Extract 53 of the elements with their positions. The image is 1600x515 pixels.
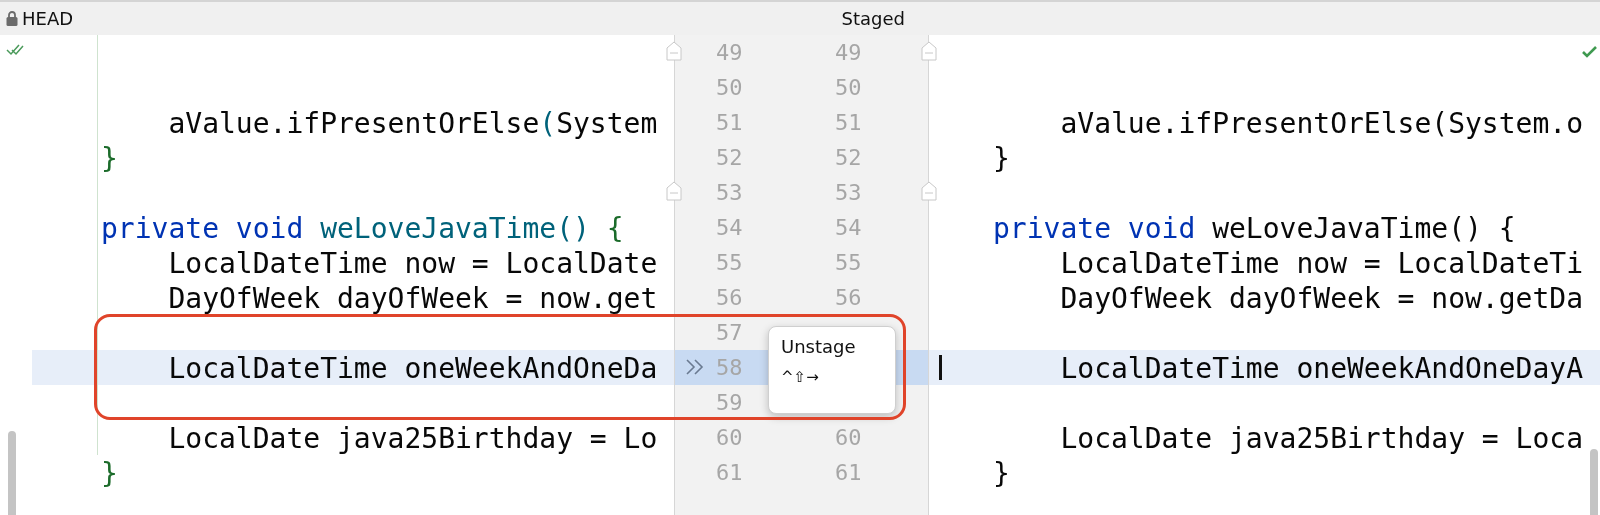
code-line: DayOfWeek dayOfWeek = now.getDa [1059,283,1583,315]
line-number: 53 [835,179,862,207]
code-line: private void weLoveJavaTime() { [101,213,624,245]
code-line: LocalDateTime now = LocalDate [167,248,658,280]
code-line: } [993,143,1010,175]
code-line: } [101,143,118,175]
right-pane-title: Staged [841,8,905,29]
line-number: 49 [716,39,743,67]
lock-icon [6,11,18,26]
line-number: 56 [835,284,862,312]
text-cursor [939,355,942,380]
line-number: 55 [835,249,862,277]
line-number: 50 [835,74,862,102]
line-number: 54 [835,214,862,242]
line-number: 55 [716,249,743,277]
fold-marker-icon[interactable] [921,181,937,201]
code-line: DayOfWeek dayOfWeek = now.get [167,283,658,315]
shortcut-hint: ^⇧→ [781,368,820,388]
line-number: 60 [835,424,862,452]
line-number: 52 [835,144,862,172]
fold-marker-icon[interactable] [666,41,682,61]
line-number: 59 [716,389,743,417]
line-number: 61 [716,459,743,487]
scrollbar-thumb[interactable] [8,431,16,515]
line-number: 54 [716,214,743,242]
line-number: 57 [716,319,743,347]
line-number: 50 [716,74,743,102]
line-number: 51 [716,109,743,137]
code-line: } [101,458,118,490]
fold-marker-icon[interactable] [666,181,682,201]
line-number: 60 [716,424,743,452]
check-icon [1582,45,1598,59]
code-line: LocalDate java25Birthday = Loca [1059,423,1583,455]
code-line: LocalDateTime oneWeekAndOneDa [167,353,658,385]
code-line: private void weLoveJavaTime() { [993,213,1516,245]
code-line: aValue.ifPresentOrElse(System.o [1059,108,1583,140]
double-check-icon [6,43,24,57]
code-line: LocalDateTime oneWeekAndOneDayA [1059,353,1583,385]
line-number: 52 [716,144,743,172]
code-line: } [993,458,1010,490]
line-number: 51 [835,109,862,137]
line-number: 58 [716,354,743,382]
scrollbar-thumb[interactable] [1590,449,1598,515]
line-number: 61 [835,459,862,487]
code-line: LocalDate java25Birthday = Lo [167,423,658,455]
fold-marker-icon[interactable] [921,41,937,61]
code-line: LocalDateTime now = LocalDateTi [1059,248,1583,280]
line-number: 49 [835,39,862,67]
unstage-menu-item[interactable]: Unstage [781,335,883,359]
left-pane-title: HEAD [22,8,74,29]
code-line: aValue.ifPresentOrElse(System [167,108,658,140]
line-number: 53 [716,179,743,207]
line-number: 56 [716,284,743,312]
